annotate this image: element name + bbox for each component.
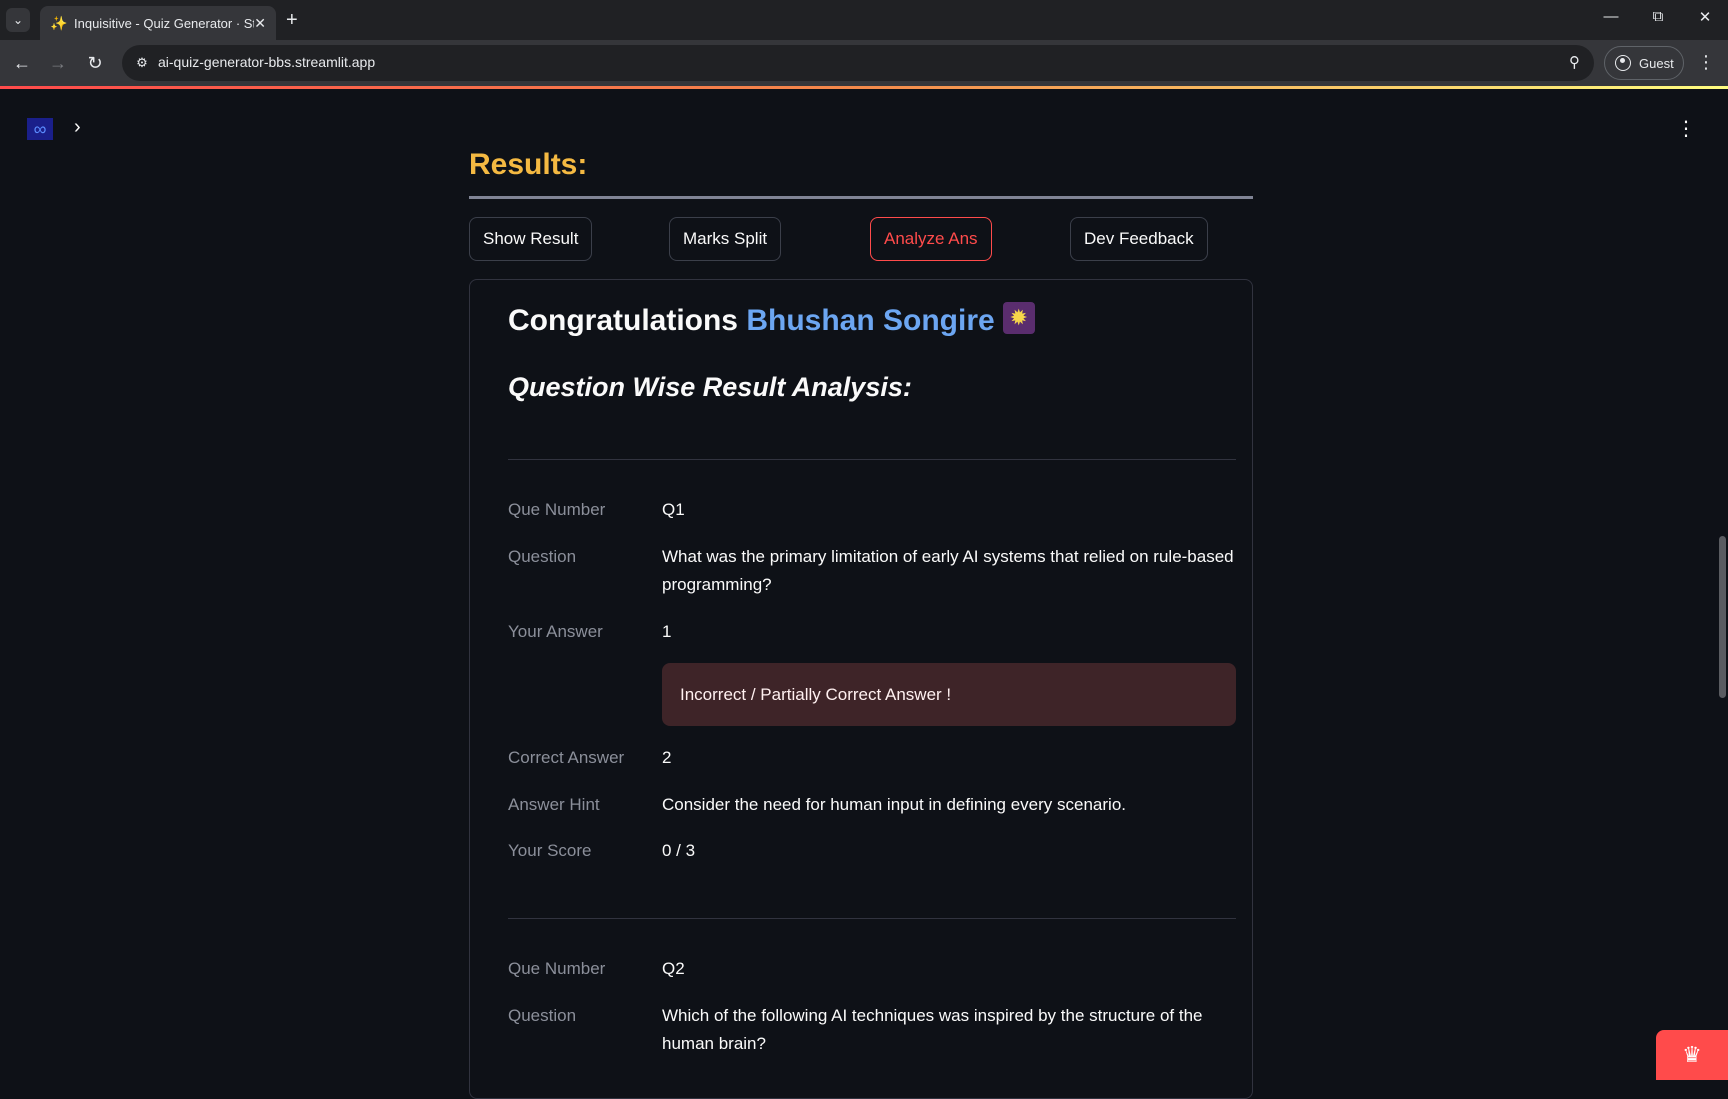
que-number-label: Que Number	[508, 500, 606, 519]
question-value: Which of the following AI techniques was…	[662, 1006, 1203, 1053]
question-label: Question	[508, 547, 577, 566]
streamlit-crown-icon[interactable]: ♛	[1656, 1030, 1728, 1080]
site-info-icon[interactable]: ⚙	[132, 53, 152, 73]
sparkles-icon: ✨	[50, 14, 68, 31]
answer-hint-label: Answer Hint	[508, 795, 600, 814]
user-name: Bhushan Songire	[746, 304, 995, 337]
question-value: What was the primary limitation of early…	[662, 547, 1234, 594]
browser-titlebar: ⌄ ✨ Inquisitive - Quiz Generator · St ✕ …	[0, 0, 1728, 40]
que-number-value: Q2	[662, 959, 685, 978]
forward-icon[interactable]: →	[46, 52, 70, 76]
question-label: Question	[508, 1006, 577, 1025]
profile-icon	[1615, 55, 1631, 71]
minimize-icon[interactable]: —	[1596, 8, 1626, 25]
fireworks-icon: ✹	[1002, 302, 1035, 335]
tab-search-chevron-icon[interactable]: ⌄	[6, 8, 30, 32]
congrats-text: Congratulations	[508, 304, 738, 337]
address-bar[interactable]: ⚙ ai-quiz-generator-bbs.streamlit.app ⚲	[122, 45, 1594, 81]
new-tab-icon[interactable]: +	[286, 8, 298, 32]
close-tab-icon[interactable]: ✕	[254, 15, 266, 32]
correct-answer-label: Correct Answer	[508, 748, 625, 767]
window-close-icon[interactable]: ✕	[1690, 8, 1720, 26]
analysis-title: Question Wise Result Analysis:	[508, 372, 912, 402]
answer-status-alert: Incorrect / Partially Correct Answer !	[662, 663, 1236, 726]
url-text[interactable]: ai-quiz-generator-bbs.streamlit.app	[158, 54, 375, 70]
page-scrollbar[interactable]	[1719, 536, 1726, 698]
que-number-value: Q1	[662, 500, 685, 519]
heading-divider	[469, 196, 1253, 199]
browser-tab[interactable]: ✨ Inquisitive - Quiz Generator · St ✕	[40, 6, 276, 40]
reload-icon[interactable]: ↻	[83, 52, 107, 76]
restore-icon[interactable]: ⧉	[1643, 8, 1673, 25]
show-result-button[interactable]: Show Result	[469, 217, 593, 261]
app-menu-icon[interactable]: ⋮	[1676, 116, 1696, 141]
question-divider	[508, 459, 1236, 460]
your-answer-label: Your Answer	[508, 622, 603, 641]
results-heading: Results:	[469, 148, 588, 181]
congrats-heading: Congratulations Bhushan Songire ✹	[508, 302, 1035, 338]
app-decoration-bar	[0, 86, 1728, 89]
correct-answer-value: 2	[662, 748, 672, 767]
your-score-label: Your Score	[508, 841, 592, 860]
browser-menu-icon[interactable]: ⋮	[1694, 52, 1718, 73]
que-number-label: Que Number	[508, 959, 606, 978]
infinity-icon: ∞	[27, 118, 53, 140]
your-answer-value: 1	[662, 622, 672, 641]
marks-split-button[interactable]: Marks Split	[669, 217, 782, 261]
back-icon[interactable]: ←	[10, 52, 34, 76]
browser-toolbar: ← → ↻ ⚙ ai-quiz-generator-bbs.streamlit.…	[0, 40, 1728, 86]
profile-label: Guest	[1639, 55, 1674, 71]
zoom-icon[interactable]: ⚲	[1569, 53, 1580, 71]
profile-button[interactable]: Guest	[1604, 46, 1684, 80]
answer-hint-value: Consider the need for human input in def…	[662, 795, 1127, 814]
your-score-value: 0 / 3	[662, 841, 696, 860]
analyze-ans-button[interactable]: Analyze Ans	[870, 217, 992, 261]
question-divider	[508, 918, 1236, 919]
dev-feedback-button[interactable]: Dev Feedback	[1070, 217, 1208, 261]
tab-title: Inquisitive - Quiz Generator · St	[74, 15, 254, 31]
chevron-right-icon[interactable]: ›	[74, 116, 81, 139]
